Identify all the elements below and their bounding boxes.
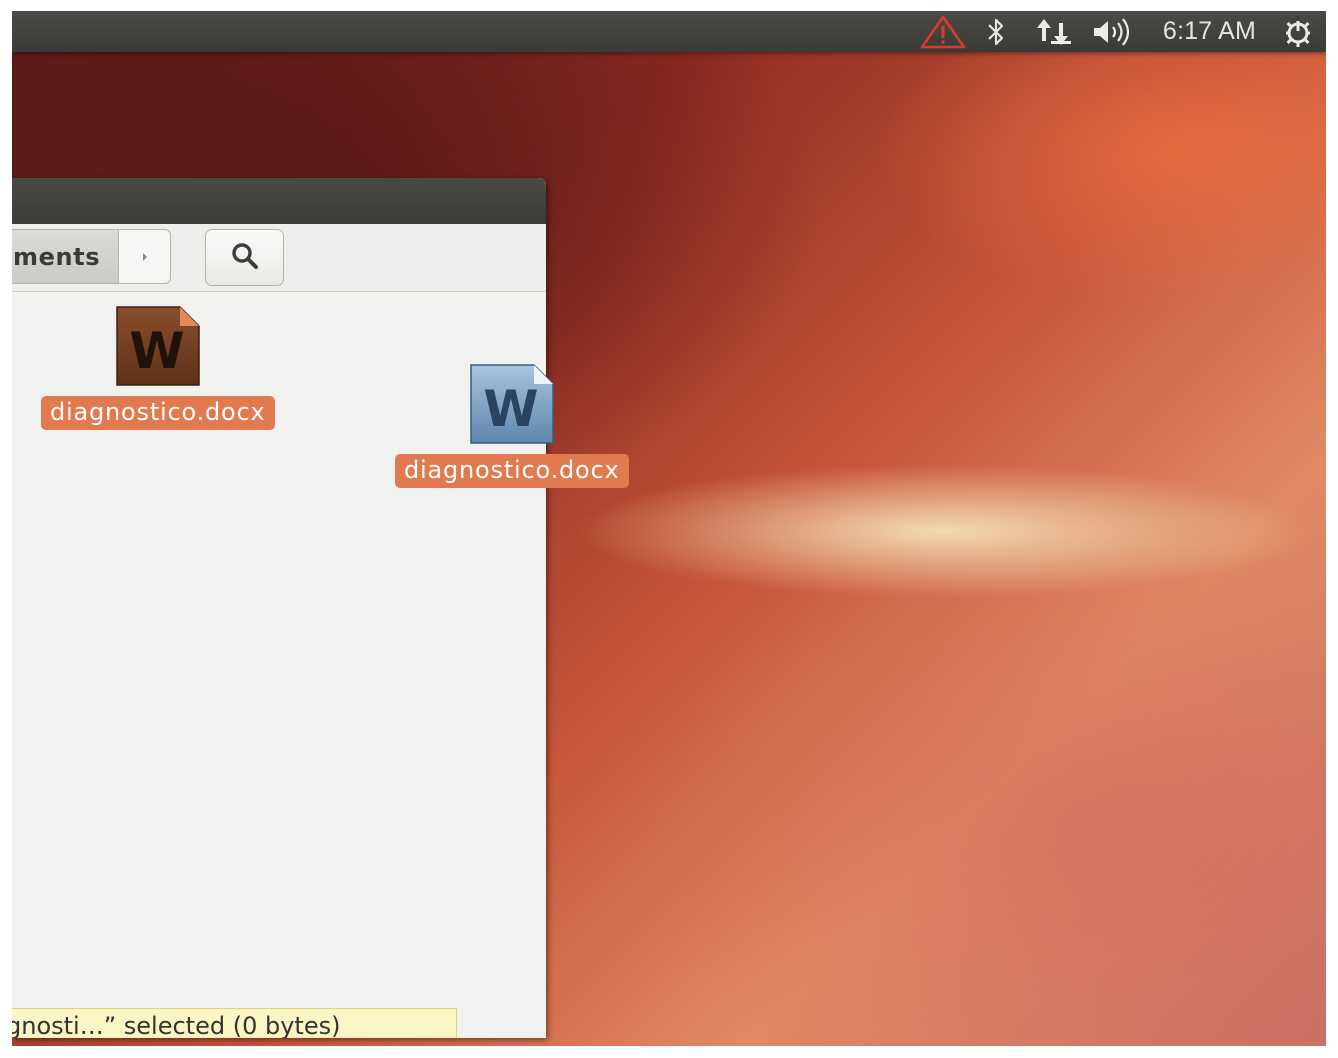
word-document-icon: W <box>470 364 554 448</box>
status-bar: gnosti…” selected (0 bytes) <box>12 1008 457 1038</box>
svg-text:W: W <box>483 380 538 438</box>
breadcrumb-next-arrow[interactable] <box>119 230 170 283</box>
breadcrumb-documents[interactable]: ments <box>12 230 119 283</box>
search-button[interactable] <box>205 229 284 286</box>
power-gear-icon[interactable] <box>1270 11 1326 52</box>
top-panel: 6:17 AM <box>12 11 1326 52</box>
file-item[interactable]: W diagnostico.docx <box>41 306 275 430</box>
drag-preview[interactable]: W diagnostico.docx <box>395 364 629 488</box>
bluetooth-icon[interactable] <box>969 11 1023 52</box>
window-titlebar[interactable] <box>12 178 546 224</box>
search-icon <box>229 240 261 276</box>
breadcrumb: ments <box>12 229 171 284</box>
desktop: 6:17 AM ments W diagnostico.docx gnosti…… <box>12 11 1326 1046</box>
word-document-icon: W <box>116 306 200 390</box>
indicator-tray: 6:17 AM <box>917 11 1326 52</box>
drag-file-name-label: diagnostico.docx <box>395 454 629 488</box>
network-transfer-icon[interactable] <box>1023 11 1085 52</box>
status-text: gnosti…” selected (0 bytes) <box>12 1012 341 1038</box>
toolbar: ments <box>12 224 546 292</box>
warning-icon[interactable] <box>917 11 969 52</box>
breadcrumb-label: ments <box>13 243 101 271</box>
clock[interactable]: 6:17 AM <box>1147 17 1270 46</box>
file-name-label: diagnostico.docx <box>41 396 275 430</box>
svg-text:W: W <box>129 322 184 380</box>
file-manager-window: ments W diagnostico.docx gnosti…” select… <box>12 178 546 1038</box>
volume-icon[interactable] <box>1085 11 1147 52</box>
